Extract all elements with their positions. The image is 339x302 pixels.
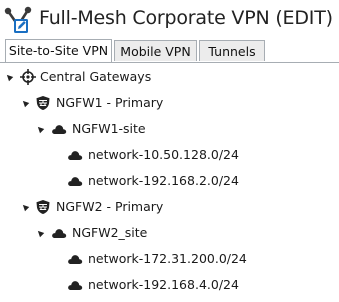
tree-node-network[interactable]: network-10.50.128.0/24	[0, 144, 339, 166]
tree-node-network[interactable]: network-192.168.2.0/24	[0, 170, 339, 192]
tree-node-ngfw1[interactable]: NGFW1 - Primary	[0, 92, 339, 114]
window-title: Full-Mesh Corporate VPN (EDIT)	[39, 7, 333, 29]
gateway-tree: Central Gateways NGFW1 - Primary NGFW1-s…	[0, 63, 339, 302]
tree-node-network[interactable]: network-192.168.4.0/24	[0, 274, 339, 296]
tree-label: network-192.168.2.0/24	[88, 173, 239, 188]
tab-site-to-site-vpn[interactable]: Site-to-Site VPN	[5, 39, 112, 62]
tree-label: NGFW1 - Primary	[56, 95, 164, 110]
cloud-icon	[52, 229, 67, 238]
cloud-icon	[68, 151, 83, 160]
tree-node-network[interactable]: network-172.31.200.0/24	[0, 248, 339, 270]
tree-label: NGFW2_site	[72, 225, 148, 240]
gateway-target-icon	[20, 69, 36, 85]
tree-node-ngfw1-site[interactable]: NGFW1-site	[0, 118, 339, 140]
cloud-icon	[68, 255, 83, 264]
expand-toggle-icon[interactable]	[20, 98, 30, 108]
cloud-icon	[68, 177, 83, 186]
cloud-icon	[68, 281, 83, 290]
tree-label: Central Gateways	[40, 69, 152, 84]
tree-label: network-192.168.4.0/24	[88, 277, 239, 292]
window-header: Full-Mesh Corporate VPN (EDIT)	[0, 0, 339, 38]
tab-tunnels[interactable]: Tunnels	[199, 40, 265, 61]
tree-label: network-10.50.128.0/24	[88, 147, 239, 162]
firewall-shield-icon	[36, 200, 50, 214]
expand-toggle-icon[interactable]	[35, 124, 45, 134]
tree-node-ngfw2-site[interactable]: NGFW2_site	[0, 222, 339, 244]
expand-toggle-icon[interactable]	[4, 72, 14, 82]
tree-node-central-gateways[interactable]: Central Gateways	[0, 66, 339, 88]
expand-toggle-icon[interactable]	[35, 228, 45, 238]
firewall-shield-icon	[36, 96, 50, 110]
tree-label: network-172.31.200.0/24	[88, 251, 247, 266]
cloud-icon	[52, 125, 67, 134]
tab-mobile-vpn[interactable]: Mobile VPN	[114, 40, 197, 61]
tab-bar: Site-to-Site VPN Mobile VPN Tunnels	[0, 38, 339, 63]
tree-node-ngfw2[interactable]: NGFW2 - Primary	[0, 196, 339, 218]
tree-label: NGFW1-site	[72, 121, 146, 136]
vpn-edit-icon	[4, 6, 32, 33]
expand-toggle-icon[interactable]	[20, 202, 30, 212]
tree-label: NGFW2 - Primary	[56, 199, 164, 214]
